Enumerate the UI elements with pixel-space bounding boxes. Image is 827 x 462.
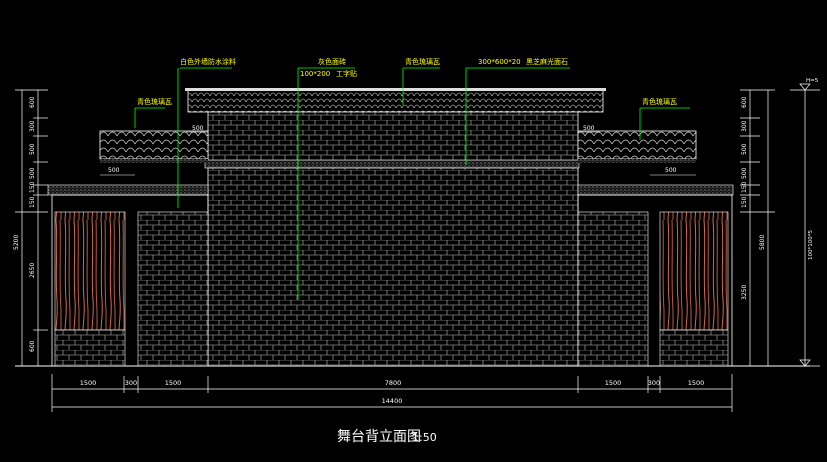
dim-right-7: 3250 xyxy=(741,285,748,300)
right-wood-screen xyxy=(659,211,729,331)
inline-dim-4: 500 xyxy=(665,167,677,174)
right-pier xyxy=(577,211,649,367)
label-white-paint: 白色外墙防水涂料 xyxy=(180,57,236,66)
inline-dim-2: 500 xyxy=(583,125,595,132)
dim-bottom-2: 300 xyxy=(125,379,137,387)
central-upper-wall xyxy=(207,111,579,163)
dim-right-total: 5800 xyxy=(759,235,766,250)
dim-left-8: 600 xyxy=(29,340,36,352)
dim-right-1: 600 xyxy=(741,96,748,108)
dim-bottom-total: 14400 xyxy=(382,397,403,405)
left-side-ledge xyxy=(100,159,208,163)
dim-right-6: 150 xyxy=(741,196,748,208)
dim-left-3: 500 xyxy=(29,143,36,155)
cad-drawing-viewport: 白色外墙防水涂料 灰色面砖 100*200 工字贴 青色琉璃瓦 300*600*… xyxy=(0,0,827,458)
left-screen-base xyxy=(54,329,126,367)
left-pier xyxy=(137,211,209,367)
label-gray-brick: 灰色面砖 xyxy=(318,57,346,66)
label-tile-top: 青色琉璃瓦 xyxy=(405,57,440,66)
right-dimension-chain xyxy=(740,89,820,367)
central-tower xyxy=(185,88,606,367)
dim-bottom-4: 7800 xyxy=(385,379,402,387)
dim-right-4: 500 xyxy=(741,167,748,179)
dim-bottom-6: 300 xyxy=(648,379,660,387)
right-screen-base xyxy=(659,329,729,367)
left-wing xyxy=(51,194,209,367)
drawing-title: 舞台背立面图 1:50 xyxy=(337,429,437,445)
title-scale: 1:50 xyxy=(412,431,437,444)
right-note: 100*100*5 xyxy=(808,230,814,260)
right-side-ledge xyxy=(578,159,696,163)
stage-rear-elevation-drawing: 白色外墙防水涂料 灰色面砖 100*200 工字贴 青色琉璃瓦 300*600*… xyxy=(13,57,820,445)
central-stone-band xyxy=(204,159,580,169)
label-brick-size: 100*200 xyxy=(300,70,330,78)
label-tile-left: 青色琉璃瓦 xyxy=(137,97,172,106)
dim-bottom-3: 1500 xyxy=(165,379,182,387)
dim-bottom-7: 1500 xyxy=(688,379,705,387)
dim-left-2: 300 xyxy=(29,120,36,132)
title-text: 舞台背立面图 xyxy=(337,429,421,445)
label-stone: 300*600*20 xyxy=(478,58,521,66)
central-roof-tiles xyxy=(187,89,604,113)
dim-right-3: 500 xyxy=(741,143,748,155)
right-wing xyxy=(577,194,733,367)
left-wood-screen xyxy=(54,211,126,331)
left-side-roof xyxy=(99,130,209,160)
dim-bottom-5: 1500 xyxy=(605,379,622,387)
inline-dim-1: 500 xyxy=(192,125,204,132)
elevation-label: H=5 xyxy=(806,78,819,84)
dim-right-5: 150 xyxy=(741,181,748,193)
right-side-roof xyxy=(577,130,697,160)
central-main-wall xyxy=(207,167,579,367)
dim-left-1: 600 xyxy=(29,96,36,108)
dim-left-4: 500 xyxy=(29,167,36,179)
dim-left-6: 150 xyxy=(29,196,36,208)
inline-dim-3: 500 xyxy=(108,167,120,174)
dim-left-7: 2650 xyxy=(29,263,36,278)
left-eave-band xyxy=(47,184,209,196)
dim-left-5: 150 xyxy=(29,181,36,193)
dim-bottom-1: 1500 xyxy=(80,379,97,387)
label-stone-name: 黑芝麻光面石 xyxy=(526,57,568,66)
right-eave-band xyxy=(577,184,734,196)
dim-left-total: 5200 xyxy=(13,235,20,250)
central-roof-ridge xyxy=(185,88,606,91)
label-tile-right: 青色琉璃瓦 xyxy=(642,97,677,106)
label-brick-pattern: 工字贴 xyxy=(336,69,357,78)
dim-right-2: 300 xyxy=(741,120,748,132)
